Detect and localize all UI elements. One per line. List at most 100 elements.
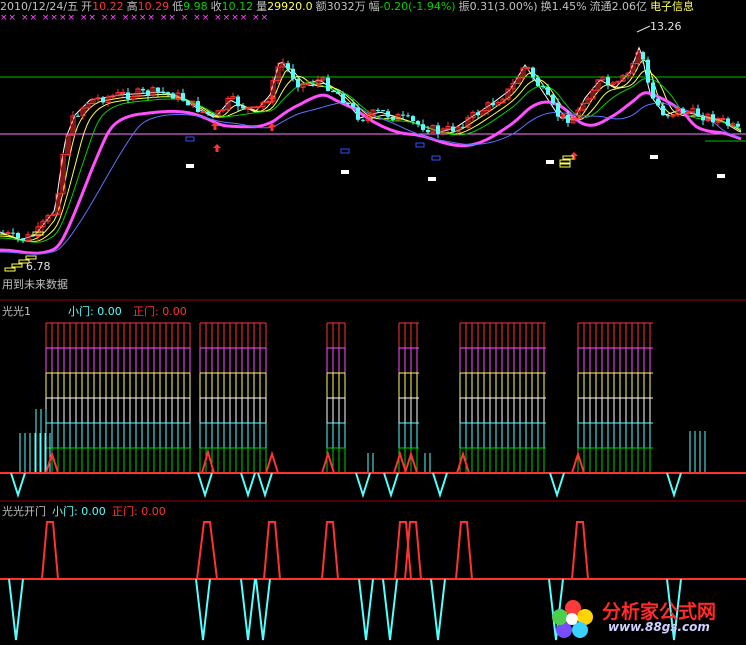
header-vol: 29920.0 (267, 0, 313, 13)
main-door-peak (321, 521, 339, 580)
small-door-spike (240, 472, 256, 499)
candle-body (326, 77, 330, 91)
main-door-peak (571, 521, 589, 580)
future-data-label: 用到未来数据 (2, 277, 68, 291)
buy-arrow-icon (213, 144, 221, 152)
quote-header: 2010/12/24/五 开10.22 高10.29 低9.98 收10.12 量2992… (0, 0, 697, 14)
header-close: 10.12 (221, 0, 254, 13)
candle-body (76, 115, 80, 117)
main-door-spike (321, 450, 335, 474)
header-sector: 电子信息 (650, 0, 695, 13)
candlestick-series (1, 50, 740, 244)
small-door-trough (382, 578, 398, 641)
small-door-spike (432, 472, 448, 499)
candle-body (536, 77, 540, 87)
candle-body (391, 116, 395, 120)
candle-body (356, 107, 360, 120)
header-low-label: 低 (172, 0, 184, 13)
candle-body (421, 124, 425, 130)
signal-box-yellow (562, 155, 574, 160)
candle-body (305, 83, 311, 86)
candle-body (161, 91, 165, 93)
header-float: 2.06亿 (611, 0, 648, 13)
panel1-main-door: 正门: 0.00 (133, 304, 187, 318)
candle-body (666, 115, 670, 117)
candle-body (386, 111, 390, 117)
watermark: 分析家公式网 www.88gs.com (550, 597, 740, 638)
candle-body (171, 93, 175, 99)
small-door-trough (430, 578, 446, 641)
candle-body (126, 92, 130, 100)
candle-body (426, 129, 430, 133)
candle-body (726, 118, 730, 126)
header-amt: 3032万 (326, 0, 366, 13)
small-door-trough (255, 578, 271, 641)
small-door-spike (197, 472, 213, 499)
candle-body (525, 67, 531, 70)
candle-body (566, 114, 570, 123)
candle-body (11, 232, 15, 234)
candle-body (5, 232, 11, 235)
candle-body (541, 86, 545, 88)
candle-body (646, 59, 650, 83)
candle-body (211, 114, 215, 116)
candle-body (286, 63, 290, 69)
candle-body (336, 91, 340, 94)
candle-body (311, 83, 315, 85)
main-door-peak (196, 521, 218, 580)
candle-body (341, 93, 345, 104)
candle-body (236, 96, 240, 107)
small-door-spike (257, 472, 273, 499)
signal-box (717, 174, 725, 178)
panel2-main-door: 正门: 0.00 (112, 504, 166, 518)
candle-body (696, 108, 700, 117)
candle-body (186, 100, 190, 106)
candle-body (241, 106, 245, 109)
small-door-trough (8, 578, 24, 641)
candle-body (651, 82, 655, 99)
signal-box-blue (431, 155, 441, 161)
candle-body (296, 78, 300, 88)
candle-body (376, 109, 380, 111)
main-door-spike (456, 450, 470, 474)
header-open-label: 开 (81, 0, 93, 13)
candle-body (206, 111, 210, 115)
signal-box-yellow (559, 159, 571, 164)
candle-body (401, 114, 405, 116)
header-marks: ×× ×× ×××× ×× ×× ×××× ×× × ×× ×××× ×× (0, 13, 270, 23)
header-amp-label: 振 (458, 0, 470, 13)
candle-body (641, 52, 645, 60)
candle-body (181, 93, 185, 101)
candle-body (711, 114, 715, 123)
small-door-spike (549, 472, 565, 499)
high-pointer (636, 25, 651, 33)
panel1-bars (0, 322, 746, 499)
panel2-title: 光光开门 (2, 504, 46, 518)
candle-body (346, 103, 350, 105)
signal-box-blue (415, 142, 425, 148)
candle-body (200, 111, 206, 114)
header-high-label: 高 (126, 0, 138, 13)
candle-body (656, 98, 660, 106)
candle-body (476, 112, 480, 116)
main-door-spike (265, 450, 279, 474)
candle-body (21, 238, 25, 241)
panel1-small-door: 小门: 0.00 (68, 304, 122, 318)
candle-body (436, 125, 440, 134)
candle-body (701, 116, 705, 121)
candle-body (250, 106, 256, 109)
candle-body (406, 115, 410, 117)
candle-body (331, 90, 335, 92)
panel1-title: 光光1 (2, 304, 31, 318)
candle-body (606, 77, 610, 85)
candle-body (451, 126, 455, 132)
main-door-peak (41, 521, 59, 580)
main-door-spike (393, 450, 407, 474)
signal-box (546, 160, 554, 164)
candle-body (381, 110, 385, 112)
small-door-spike (355, 472, 371, 499)
candle-body (461, 126, 465, 128)
chart-stage: 13.26 6.78 用到未来数据 光光1 小门: 0.00 正门: 0.00 … (0, 20, 746, 641)
watermark-url: www.88gs.com (608, 620, 710, 634)
low-price-label: 6.78 (26, 260, 51, 273)
